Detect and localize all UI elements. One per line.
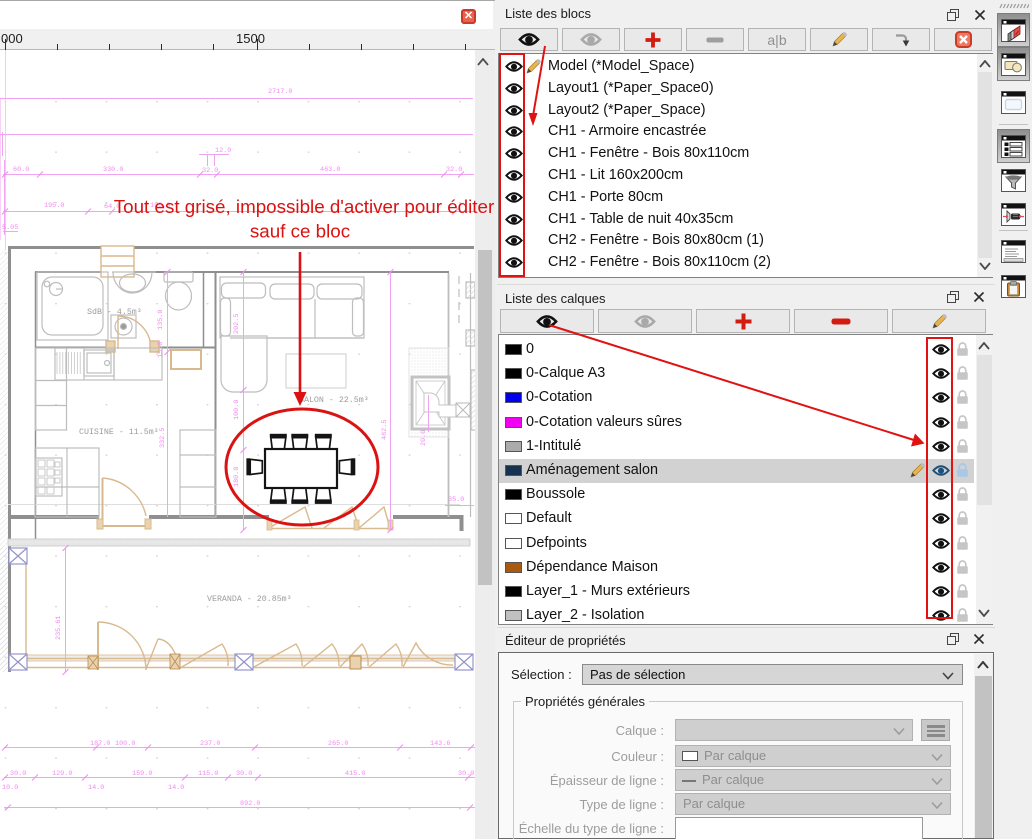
svg-text:100.0: 100.0	[233, 400, 241, 420]
svg-text:195.0: 195.0	[44, 202, 64, 210]
svg-text:30.0: 30.0	[458, 770, 474, 778]
svg-text:129.0: 129.0	[52, 770, 72, 778]
svg-text:195.0: 195.0	[150, 202, 170, 210]
svg-text:30.0: 30.0	[10, 770, 26, 778]
svg-text:235.61: 235.61	[55, 616, 63, 640]
svg-text:60.0: 60.0	[13, 166, 29, 174]
svg-text:15.0: 15.0	[157, 342, 165, 358]
svg-text:159.0: 159.0	[132, 770, 152, 778]
svg-text:64.0: 64.0	[104, 203, 120, 211]
svg-text:100.0: 100.0	[115, 740, 135, 748]
svg-text:187.0: 187.0	[90, 740, 110, 748]
svg-text:115.0: 115.0	[198, 770, 218, 778]
svg-text:10.0: 10.0	[2, 784, 18, 792]
svg-text:2717.0: 2717.0	[268, 88, 292, 96]
svg-text:VERANDA - 20.85m³: VERANDA - 20.85m³	[207, 595, 292, 604]
svg-text:14.0: 14.0	[88, 784, 104, 792]
svg-text:5.05: 5.05	[2, 224, 18, 232]
svg-text:135.0: 135.0	[157, 310, 165, 330]
svg-text:14.0: 14.0	[168, 784, 184, 792]
svg-text:892.0: 892.0	[240, 800, 260, 808]
svg-text:415.0: 415.0	[345, 770, 365, 778]
svg-text:30.0: 30.0	[236, 770, 252, 778]
svg-text:32.0: 32.0	[446, 166, 462, 174]
svg-text:35.0: 35.0	[448, 496, 464, 504]
svg-text:12.0: 12.0	[215, 147, 231, 155]
svg-text:32.0: 32.0	[202, 167, 218, 175]
svg-text:202.5: 202.5	[233, 314, 241, 334]
svg-text:330.0: 330.0	[103, 166, 123, 174]
svg-text:332.5: 332.5	[159, 428, 167, 448]
svg-text:463.0: 463.0	[320, 166, 340, 174]
svg-text:265.0: 265.0	[328, 740, 348, 748]
svg-text:143.6: 143.6	[430, 740, 450, 748]
svg-text:CUISINE - 11.5m³: CUISINE - 11.5m³	[79, 428, 159, 437]
svg-text:180.0: 180.0	[233, 467, 241, 487]
svg-text:SALON - 22.5m³: SALON - 22.5m³	[299, 396, 369, 405]
svg-text:237.0: 237.0	[200, 740, 220, 748]
svg-text:20.0: 20.0	[420, 430, 428, 446]
svg-text:482.5: 482.5	[381, 420, 389, 440]
svg-text:SdB - 4.5m³: SdB - 4.5m³	[87, 307, 142, 317]
